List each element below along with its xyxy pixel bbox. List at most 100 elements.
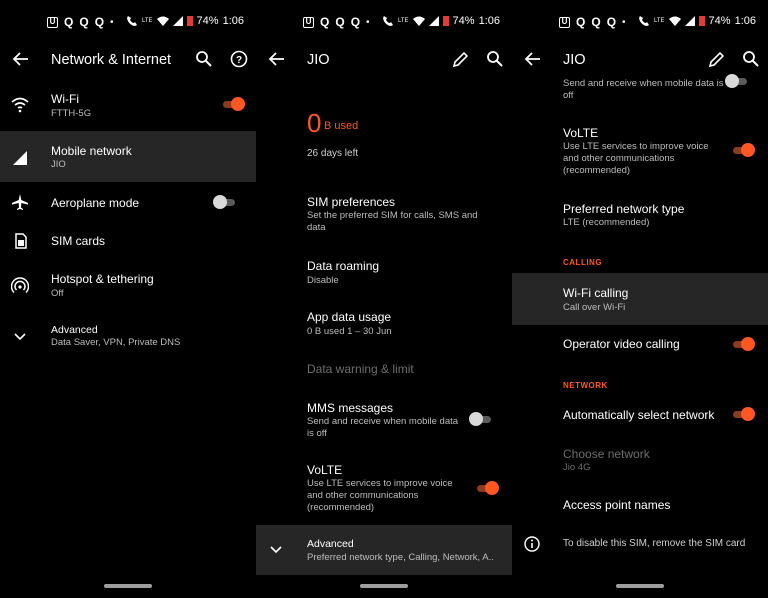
mms-messages-toggle[interactable] [725,74,749,88]
help-icon[interactable]: ? [229,49,249,69]
clock: 1:06 [478,15,500,27]
wifi-subtitle: FTTH-5G [51,108,92,119]
notification-icons: U Q Q Q • [303,15,370,29]
aeroplane-mode-title: Aeroplane mode [51,196,140,210]
operator-video-calling-toggle[interactable] [731,337,755,351]
volte-toggle[interactable] [475,481,499,495]
volte-row[interactable]: VoLTE Use LTE services to improve voice … [256,460,512,518]
choose-network-subtitle: Jio 4G [563,462,591,473]
notification-q-icon: Q [79,15,89,29]
operator-video-calling-title: Operator video calling [563,337,680,351]
volte-subtitle: Use LTE services to improve voice and ot… [563,141,709,176]
app-bar: JIO [512,44,768,76]
mms-messages-subtitle: Send and receive when mobile data is off [307,416,459,439]
disable-sim-text: To disable this SIM, remove the SIM card [563,538,746,549]
data-warning-limit-row: Data warning & limit [256,360,512,380]
status-bar: U Q Q Q • LTE 74% 1:06 [256,12,512,32]
info-icon [524,536,540,552]
gesture-nav-bar[interactable] [616,584,664,588]
mms-messages-toggle[interactable] [469,412,493,426]
status-bar: U Q Q Q • LTE 74% 1:06 [0,12,256,32]
data-warning-limit-title: Data warning & limit [307,362,414,376]
clock: 1:06 [734,15,756,27]
sim-preferences-row[interactable]: SIM preferences Set the preferred SIM fo… [256,192,512,238]
volte-toggle[interactable] [731,143,755,157]
notification-q-icon: Q [335,15,345,29]
choose-network-row: Choose network Jio 4G [512,444,768,476]
gesture-nav-bar[interactable] [104,584,152,588]
app-data-usage-subtitle: 0 B used 1 – 30 Jun [307,326,392,337]
aeroplane-mode-toggle[interactable] [213,195,237,209]
hotspot-subtitle: Off [51,288,64,299]
advanced-row[interactable]: Advanced Data Saver, VPN, Private DNS [0,320,256,354]
mms-messages-row-partial[interactable]: Send and receive when mobile data is off [512,74,768,104]
sim-cards-row[interactable]: SIM cards [0,228,256,254]
signal-icon [13,151,27,165]
search-icon[interactable] [741,49,761,69]
edit-pencil-icon[interactable] [707,49,727,69]
edit-pencil-icon[interactable] [451,49,471,69]
call-icon [638,16,649,26]
lte-label: LTE [397,18,409,24]
chevron-down-icon [270,546,282,554]
advanced-row[interactable]: Advanced Preferred network type, Calling… [256,525,512,575]
back-arrow-icon[interactable] [10,48,32,70]
back-arrow-icon[interactable] [266,48,288,70]
wifi-status-icon [412,16,425,26]
page-title: JIO [563,52,586,68]
notification-q-icon: Q [64,15,74,29]
signal-status-icon [172,16,183,26]
auto-select-network-title: Automatically select network [563,408,715,422]
mms-messages-row[interactable]: MMS messages Send and receive when mobil… [256,398,512,442]
sim-preferences-subtitle: Set the preferred SIM for calls, SMS and… [307,210,478,233]
preferred-network-type-row[interactable]: Preferred network type LTE (recommended) [512,199,768,231]
preferred-network-type-subtitle: LTE (recommended) [563,217,650,228]
auto-select-network-row[interactable]: Automatically select network [512,404,768,426]
choose-network-title: Choose network [563,447,650,461]
wifi-row[interactable]: Wi-Fi FTTH-5G [0,88,256,122]
gesture-nav-bar[interactable] [360,584,408,588]
network-category-header: NETWORK [563,381,608,390]
notification-icons: U Q Q Q • [47,15,114,29]
airplane-icon [12,194,28,210]
battery-icon [698,16,705,26]
lte-label: LTE [653,18,665,24]
wifi-toggle[interactable] [221,97,245,111]
data-usage-unit: B used [324,120,359,132]
notification-q-icon: Q [606,15,617,29]
notification-q-icon: Q [94,15,105,29]
back-arrow-icon[interactable] [522,48,544,70]
notification-q-icon: Q [350,15,361,29]
mobile-network-subtitle: JIO [51,159,66,170]
wifi-calling-row[interactable]: Wi-Fi calling Call over Wi-Fi [512,273,768,325]
data-roaming-row[interactable]: Data roaming Disable [256,256,512,288]
search-icon[interactable] [194,49,214,69]
search-icon[interactable] [485,49,505,69]
disable-sim-note: To disable this SIM, remove the SIM card [512,532,768,554]
notification-q-icon: Q [320,15,330,29]
mobile-network-row[interactable]: Mobile network JIO [0,131,256,182]
aeroplane-mode-row[interactable]: Aeroplane mode [0,188,256,216]
notification-icons: U Q Q Q • [559,15,626,29]
call-icon [126,16,137,26]
app-data-usage-title: App data usage [307,310,392,324]
wifi-title: Wi-Fi [51,92,79,106]
notification-q-icon: Q [576,15,586,29]
auto-select-network-toggle[interactable] [731,407,755,421]
mms-messages-title: MMS messages [307,401,394,415]
sim-cards-title: SIM cards [51,234,106,248]
access-point-names-row[interactable]: Access point names [512,494,768,516]
volte-subtitle: Use LTE services to improve voice and ot… [307,478,453,513]
svg-text:?: ? [236,55,242,66]
calling-category-header: CALLING [563,258,603,267]
hotspot-tethering-row[interactable]: Hotspot & tethering Off [0,268,256,302]
battery-icon [442,16,449,26]
app-bar: Network & Internet ? [0,44,256,76]
notification-u-icon: U [47,16,58,28]
advanced-subtitle: Data Saver, VPN, Private DNS [51,337,181,348]
hotspot-title: Hotspot & tethering [51,272,154,286]
app-data-usage-row[interactable]: App data usage 0 B used 1 – 30 Jun [256,307,512,339]
volte-row[interactable]: VoLTE Use LTE services to improve voice … [512,124,768,180]
signal-status-icon [684,16,695,26]
operator-video-calling-row[interactable]: Operator video calling [512,333,768,355]
